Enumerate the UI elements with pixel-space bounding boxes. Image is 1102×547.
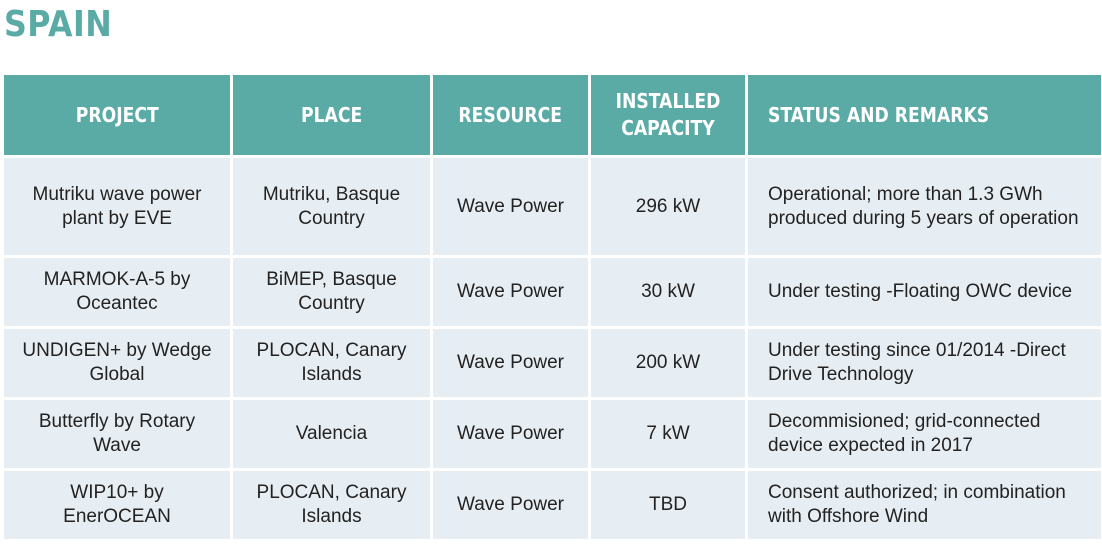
- cell-project: WIP10+ by EnerOCEAN: [4, 471, 230, 539]
- cell-capacity: 7 kW: [591, 400, 745, 468]
- cell-resource: Wave Power: [433, 258, 588, 326]
- cell-resource: Wave Power: [433, 329, 588, 397]
- cell-place: Mutriku, Basque Country: [233, 158, 430, 255]
- cell-project: Mutriku wave power plant by EVE: [4, 158, 230, 255]
- cell-project: Butterfly by Rotary Wave: [4, 400, 230, 468]
- cell-capacity: TBD: [591, 471, 745, 539]
- cell-resource: Wave Power: [433, 471, 588, 539]
- cell-resource: Wave Power: [433, 400, 588, 468]
- table-row: WIP10+ by EnerOCEAN PLOCAN, Canary Islan…: [4, 471, 1101, 539]
- cell-resource: Wave Power: [433, 158, 588, 255]
- cell-status: Decommisioned; grid-connected device exp…: [748, 400, 1101, 468]
- table-row: Butterfly by Rotary Wave Valencia Wave P…: [4, 400, 1101, 468]
- page-title: SPAIN: [4, 4, 113, 45]
- cell-status: Under testing -Floating OWC device: [748, 258, 1101, 326]
- cell-capacity: 200 kW: [591, 329, 745, 397]
- cell-place: PLOCAN, Canary Islands: [233, 329, 430, 397]
- cell-project: MARMOK-A-5 by Oceantec: [4, 258, 230, 326]
- header-status-remarks: STATUS AND REMARKS: [748, 75, 1101, 155]
- cell-status: Consent authorized; in combination with …: [748, 471, 1101, 539]
- cell-capacity: 296 kW: [591, 158, 745, 255]
- cell-place: BiMEP, Basque Country: [233, 258, 430, 326]
- projects-table: PROJECT PLACE RESOURCE INSTALLED CAPACIT…: [1, 72, 1102, 542]
- cell-place: PLOCAN, Canary Islands: [233, 471, 430, 539]
- cell-capacity: 30 kW: [591, 258, 745, 326]
- table-row: UNDIGEN+ by Wedge Global PLOCAN, Canary …: [4, 329, 1101, 397]
- header-project: PROJECT: [4, 75, 230, 155]
- table-header-row: PROJECT PLACE RESOURCE INSTALLED CAPACIT…: [4, 75, 1101, 155]
- cell-status: Operational; more than 1.3 GWh produced …: [748, 158, 1101, 255]
- cell-project: UNDIGEN+ by Wedge Global: [4, 329, 230, 397]
- header-resource: RESOURCE: [433, 75, 588, 155]
- cell-status: Under testing since 01/2014 -Direct Driv…: [748, 329, 1101, 397]
- header-installed-capacity: INSTALLED CAPACITY: [591, 75, 745, 155]
- header-place: PLACE: [233, 75, 430, 155]
- table-row: MARMOK-A-5 by Oceantec BiMEP, Basque Cou…: [4, 258, 1101, 326]
- table-row: Mutriku wave power plant by EVE Mutriku,…: [4, 158, 1101, 255]
- cell-place: Valencia: [233, 400, 430, 468]
